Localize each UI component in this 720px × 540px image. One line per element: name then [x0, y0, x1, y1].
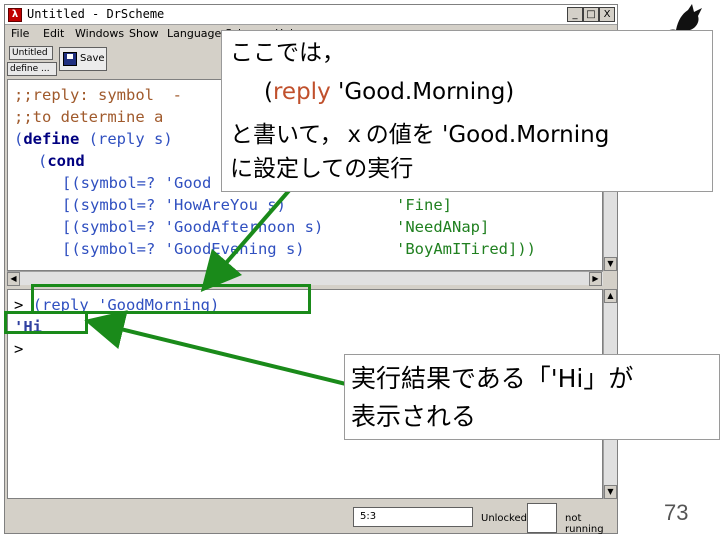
- code-text: [(symbol=? 'HowAreYou s): [62, 196, 286, 214]
- code-text: 'Fine]: [396, 196, 452, 214]
- code-line: [(symbol=? 'GoodEvening s) 'BoyAmITired])…: [62, 238, 536, 260]
- menu-show[interactable]: Show: [129, 27, 159, 40]
- name-button[interactable]: Untitled: [9, 46, 53, 60]
- input-highlight-box: [31, 284, 311, 314]
- minimize-button[interactable]: _: [567, 7, 583, 22]
- save-icon: [63, 52, 77, 66]
- callout-line: ここでは，: [230, 40, 345, 66]
- drscheme-lambda-icon: λ: [8, 8, 22, 22]
- define-menu[interactable]: define ...: [7, 62, 57, 76]
- scroll-left-icon[interactable]: ◀: [7, 272, 20, 286]
- scroll-right-icon[interactable]: ▶: [589, 272, 602, 286]
- cursor-position: 5:3: [353, 507, 473, 527]
- menu-language[interactable]: Language: [167, 27, 221, 40]
- code-keyword: define: [23, 130, 80, 148]
- callout-fn-name: reply: [272, 79, 331, 105]
- code-text: 'BoyAmITired])): [396, 240, 536, 258]
- slide-page-number: 73: [664, 500, 689, 525]
- code-line: (cond: [38, 152, 85, 170]
- callout-line: (reply 'Good.Morning): [264, 79, 514, 105]
- maximize-button[interactable]: □: [583, 7, 599, 22]
- scroll-down-icon[interactable]: ▼: [604, 485, 617, 499]
- lock-status[interactable]: Unlocked: [481, 513, 527, 524]
- code-line: [(symbol=? 'GoodAfternoon s) 'NeedANap]: [62, 216, 489, 238]
- close-button[interactable]: X: [599, 7, 615, 22]
- result-callout: 実行結果である「'Hi」が 表示される: [344, 354, 720, 440]
- menu-windows[interactable]: Windows: [75, 27, 124, 40]
- code-text: 'NeedANap]: [396, 218, 490, 236]
- code-line: ;;to determine a: [14, 108, 164, 126]
- scroll-up-icon[interactable]: ▲: [604, 289, 617, 303]
- title-bar: λ Untitled - DrScheme _ □ X: [5, 5, 617, 25]
- code-keyword: cond: [47, 152, 85, 170]
- code-text: (reply s): [79, 130, 173, 148]
- running-indicator: [527, 503, 557, 533]
- code-text: [(symbol=? 'GoodEvening s): [62, 240, 305, 258]
- menu-edit[interactable]: Edit: [43, 27, 64, 40]
- callout-text: (: [264, 79, 273, 105]
- code-line: (define (reply s): [14, 130, 173, 148]
- callout-line: と書いて，ｘの値を 'Good.Morning: [230, 122, 610, 148]
- run-status: not running: [565, 513, 604, 535]
- callout-line: に設定しての実行: [230, 156, 414, 182]
- save-button[interactable]: Save: [59, 47, 107, 71]
- explanation-callout: ここでは， (reply 'Good.Morning) と書いて，ｘの値を 'G…: [221, 30, 713, 192]
- window-title: Untitled - DrScheme: [27, 7, 165, 21]
- status-bar: 5:3 Unlocked not running: [5, 501, 617, 535]
- result-highlight-box: [4, 311, 88, 334]
- pane-divider-scrollbar[interactable]: ◀ ▶: [7, 271, 603, 286]
- callout-text: 'Good.Morning): [330, 79, 515, 105]
- scroll-down-icon[interactable]: ▼: [604, 257, 617, 271]
- code-line: [(symbol=? 'Good: [62, 174, 212, 192]
- code-text: [(symbol=? 'GoodAfternoon s): [62, 218, 324, 236]
- menu-file[interactable]: File: [11, 27, 29, 40]
- code-line: ;;reply: symbol -: [14, 86, 182, 104]
- save-label: Save: [80, 53, 105, 64]
- callout-line: 実行結果である「'Hi」が: [351, 364, 634, 393]
- code-line: [(symbol=? 'HowAreYou s) 'Fine]: [62, 194, 452, 216]
- callout-line: 表示される: [351, 402, 477, 431]
- repl-prompt: >: [14, 340, 24, 358]
